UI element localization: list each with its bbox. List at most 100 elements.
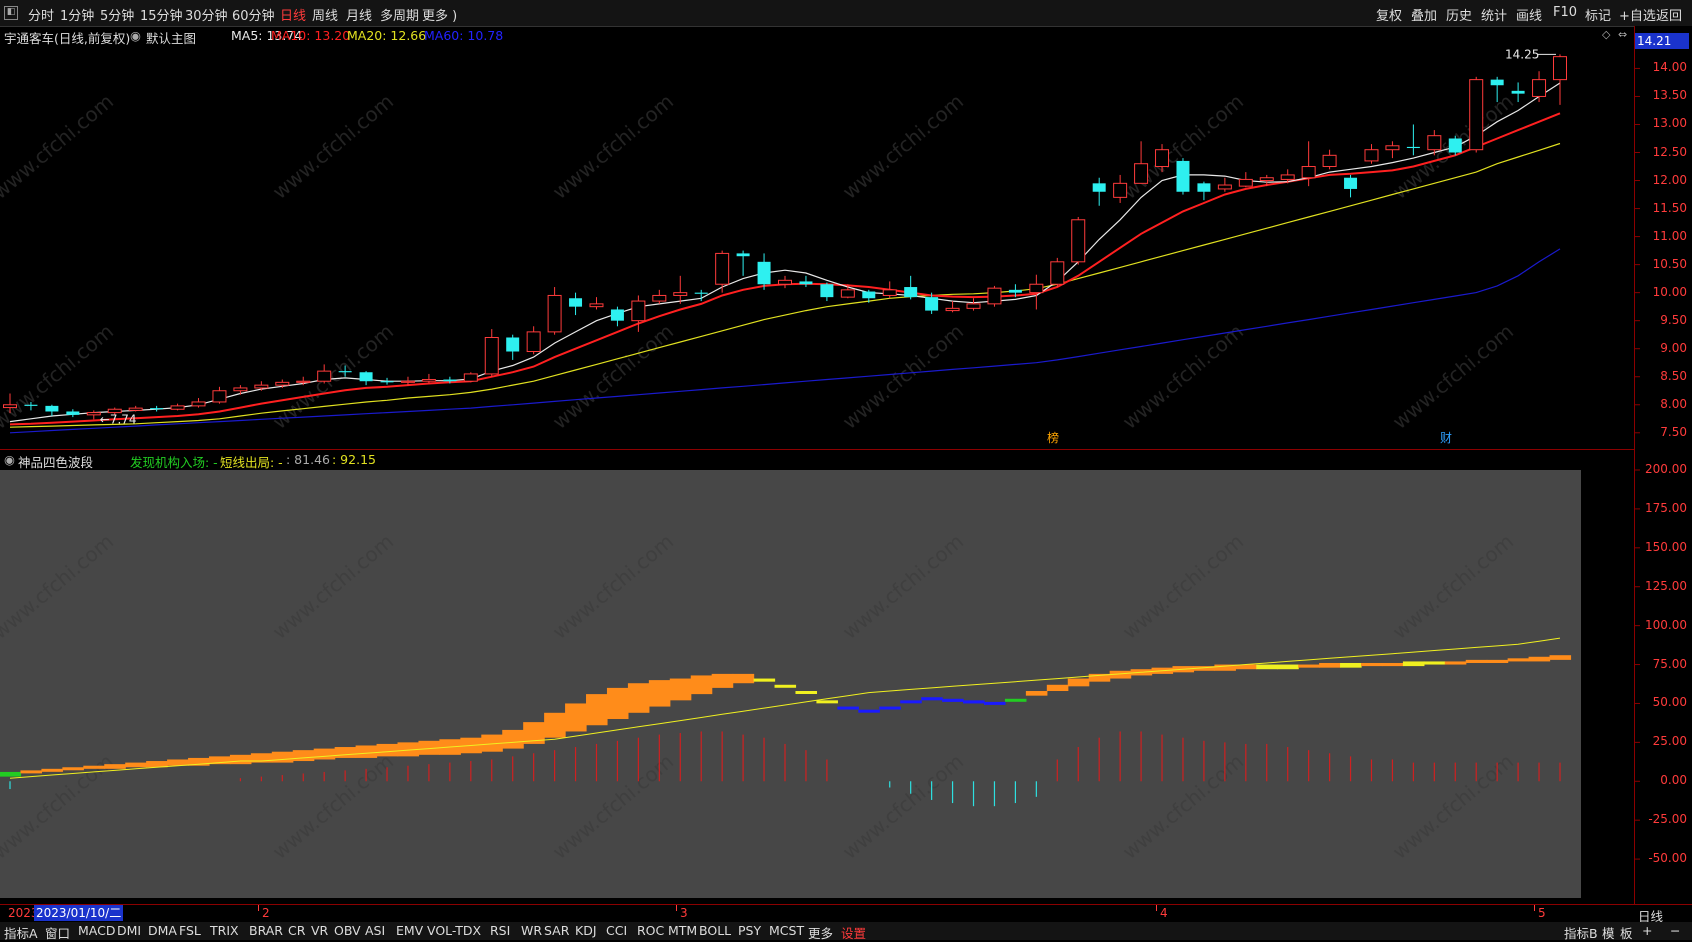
indicator-tab-8[interactable]: CR xyxy=(288,923,305,938)
band-segment xyxy=(0,771,22,777)
candle-body xyxy=(547,294,562,333)
candle-body xyxy=(820,284,834,298)
band-segment xyxy=(732,673,755,684)
candle-body xyxy=(380,381,394,383)
band-segment xyxy=(20,770,43,774)
candle-body xyxy=(904,287,918,298)
candle-body xyxy=(1490,79,1504,86)
indicator-tab-0[interactable]: 指标A xyxy=(4,923,38,942)
right-tab-4[interactable]: − xyxy=(1670,923,1680,938)
candle-body xyxy=(925,297,939,311)
watermark-text: www.cfchi.com xyxy=(1388,319,1518,434)
band-segment xyxy=(41,768,63,772)
band-segment xyxy=(586,694,608,726)
candle-body xyxy=(589,303,604,308)
candle-body xyxy=(987,287,1002,305)
candle-body xyxy=(212,390,227,403)
band-segment xyxy=(879,706,901,710)
candle-body xyxy=(3,404,17,409)
right-tab-2[interactable]: 板 xyxy=(1620,923,1633,942)
watermark-text: www.cfchi.com xyxy=(268,749,398,864)
band-segment xyxy=(1046,684,1069,692)
band-segment xyxy=(1465,659,1488,663)
band-segment xyxy=(942,698,964,702)
candle-body xyxy=(1259,177,1274,182)
candle-body xyxy=(966,303,981,309)
band-segment xyxy=(1025,691,1048,696)
band-segment xyxy=(334,747,357,758)
candle-body xyxy=(443,379,457,382)
candle-body xyxy=(317,370,332,382)
chart-canvas[interactable]: www.cfchi.com www.cfchi.com www.cfchi.com w… xyxy=(0,0,1692,940)
indicator-tab-16[interactable]: SAR xyxy=(544,923,569,938)
band-segment xyxy=(292,750,315,762)
candle-body xyxy=(799,281,813,285)
watermark-text: www.cfchi.com xyxy=(548,89,678,204)
indicator-tab-4[interactable]: DMA xyxy=(148,923,177,938)
candle-body xyxy=(170,405,185,410)
right-tab-0[interactable]: 指标B xyxy=(1564,923,1598,942)
indicator-tab-6[interactable]: TRIX xyxy=(210,923,239,938)
candle-body xyxy=(882,289,897,296)
candle-body xyxy=(191,401,206,407)
band-segment xyxy=(565,703,587,732)
indicator-tab-1[interactable]: 窗口 xyxy=(45,923,70,942)
candle-body xyxy=(526,331,541,353)
band-segment xyxy=(983,701,1006,705)
band-segment xyxy=(104,764,126,769)
indicator-tab-14[interactable]: RSI xyxy=(490,923,510,938)
candle-body xyxy=(757,261,771,285)
band-segment xyxy=(648,680,671,707)
indicator-tab-19[interactable]: ROC xyxy=(637,923,664,938)
indicator-tab-5[interactable]: FSL xyxy=(179,923,201,938)
candle-body xyxy=(1092,183,1106,192)
band-segment xyxy=(1402,661,1425,667)
indicator-tab-3[interactable]: DMI xyxy=(117,923,141,938)
band-segment xyxy=(711,673,734,688)
band-segment xyxy=(1486,659,1509,663)
indicator-tab-10[interactable]: OBV xyxy=(334,923,361,938)
indicator-tab-17[interactable]: KDJ xyxy=(575,923,597,938)
candle-body xyxy=(1469,79,1484,151)
candle-body xyxy=(673,292,688,296)
indicator-tab-7[interactable]: BRAR xyxy=(249,923,283,938)
indicator-tab-23[interactable]: MCST xyxy=(769,923,804,938)
right-tab-3[interactable]: + xyxy=(1642,923,1652,938)
candle-body xyxy=(1134,163,1149,184)
candle-body xyxy=(254,384,269,389)
band-segment xyxy=(1361,662,1383,667)
watermark-text: www.cfchi.com xyxy=(1388,749,1518,864)
indicator-tab-2[interactable]: MACD xyxy=(78,923,115,938)
candle-body xyxy=(1385,145,1400,151)
candle-body xyxy=(24,404,38,406)
indicator-tab-22[interactable]: PSY xyxy=(738,923,761,938)
indicator-tab-12[interactable]: EMV xyxy=(396,923,423,938)
indicator-tab-21[interactable]: BOLL xyxy=(699,923,731,938)
watermark-text: www.cfchi.com xyxy=(1118,529,1248,644)
candle-body xyxy=(233,387,248,392)
indicator-tab-9[interactable]: VR xyxy=(311,923,328,938)
candle-body xyxy=(275,381,290,386)
band-segment xyxy=(355,745,378,758)
candle-body xyxy=(506,337,520,352)
candle-body xyxy=(1050,261,1065,285)
right-tab-1[interactable]: 模 xyxy=(1602,923,1615,942)
candle-body xyxy=(150,408,164,410)
indicator-tab-18[interactable]: CCI xyxy=(606,923,627,938)
indicator-tab-24[interactable]: 更多 xyxy=(808,923,833,942)
watermark-text: www.cfchi.com xyxy=(548,529,678,644)
band-segment xyxy=(313,748,336,760)
indicator-tab-20[interactable]: MTM xyxy=(668,923,697,938)
candle-body xyxy=(1113,182,1128,198)
date-axis: 2023 2023/01/10/二 2345 日线 xyxy=(0,904,1692,924)
month-mark-0: 2 xyxy=(262,906,270,920)
indicator-tab-15[interactable]: WR xyxy=(521,923,542,938)
indicator-tab-25[interactable]: 设置 xyxy=(841,923,866,942)
watermark-text: www.cfchi.com xyxy=(0,89,118,204)
candle-body xyxy=(1197,183,1211,192)
band-segment xyxy=(1549,655,1572,660)
indicator-tab-13[interactable]: VOL-TDX xyxy=(427,923,481,938)
indicator-tab-11[interactable]: ASI xyxy=(365,923,385,938)
candle-body xyxy=(778,279,792,285)
candle-body xyxy=(359,372,373,382)
